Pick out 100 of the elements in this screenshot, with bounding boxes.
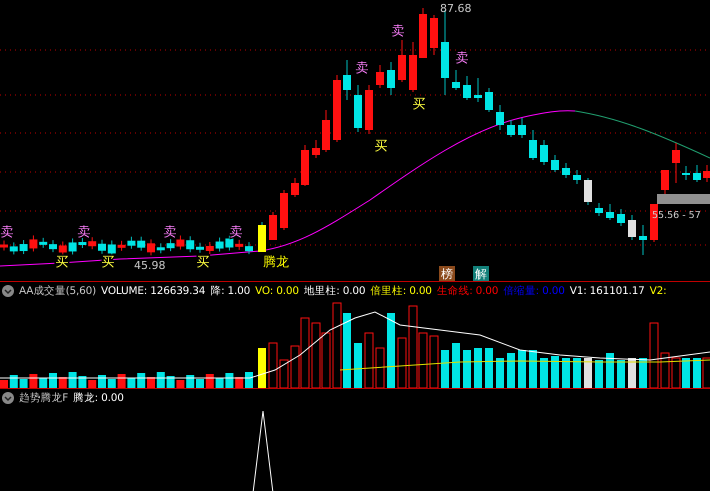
candlestick (365, 84, 373, 134)
indicator-value: VO: 0.00 (255, 285, 299, 297)
volume-bar (617, 360, 625, 388)
candlestick (551, 154, 559, 172)
volume-bar (376, 348, 384, 388)
candlestick (280, 190, 288, 230)
candlestick (29, 234, 38, 252)
signal-label: 卖 (392, 24, 404, 39)
candlestick (291, 178, 299, 198)
volume-bar (245, 372, 253, 388)
candlestick (595, 202, 603, 216)
candlestick (322, 110, 330, 152)
candlestick (693, 164, 701, 182)
volume-bar (147, 377, 155, 388)
candlestick (518, 118, 526, 138)
volume-bar (186, 375, 194, 388)
volume-bar (702, 358, 710, 388)
volume-bar (595, 360, 603, 388)
low-price-label: 45.98 (134, 259, 166, 272)
indicator-value: 降: 1.00 (210, 284, 250, 298)
candlestick (245, 242, 253, 255)
panel-title: AA成交量(5,60) (19, 284, 96, 298)
candlestick (147, 238, 155, 256)
volume-bar (606, 353, 614, 388)
candlestick (301, 144, 309, 186)
volume-bar (573, 358, 581, 388)
tag-badge: 解 (473, 266, 489, 281)
candlestick (127, 236, 136, 250)
volume-bar (58, 377, 67, 388)
candlestick (20, 240, 28, 255)
volume-bar (118, 374, 126, 388)
candlestick (672, 142, 680, 184)
volume-bar (98, 375, 106, 388)
volume-bar (10, 375, 18, 388)
volume-bar (0, 380, 8, 388)
candlestick (496, 104, 504, 130)
tag-badge: 榜 (439, 266, 455, 281)
volume-bar (672, 358, 680, 388)
indicator-value: V1: 161101.17 (570, 285, 645, 297)
candlestick (474, 78, 482, 102)
candlestick (39, 237, 48, 248)
indicator-value: 腾龙: 0.00 (73, 391, 124, 405)
candlestick (540, 140, 548, 166)
volume-bar (474, 348, 482, 388)
volume-bar (88, 380, 96, 388)
candlestick (118, 240, 126, 252)
volume-bar (354, 343, 362, 388)
volume-bar (628, 358, 636, 388)
candlestick (333, 74, 341, 142)
volume-bar (562, 358, 570, 388)
volume-bar (485, 348, 493, 388)
volume-bar (68, 372, 77, 388)
volume-bar (463, 350, 471, 388)
indicator-value: 生命线: 0.00 (436, 284, 498, 298)
volume-bar (430, 336, 438, 388)
panel-title: 趋势腾龙F (19, 391, 68, 405)
signal-label: 卖 (164, 225, 176, 240)
candlestick (156, 242, 165, 254)
candlestick (606, 204, 614, 220)
candlestick (269, 212, 277, 240)
candlestick (463, 76, 471, 100)
candlestick (452, 70, 460, 90)
volume-bar (496, 358, 504, 388)
volume-bar (529, 350, 537, 388)
collapse-icon[interactable] (2, 392, 14, 404)
candlestick (235, 239, 244, 250)
indicator-value: V2: (650, 285, 666, 297)
volume-bar (364, 332, 374, 388)
candlestick (376, 64, 384, 88)
volume-bar (322, 332, 330, 388)
signal-label: 卖 (78, 225, 90, 240)
candlestick (584, 178, 592, 206)
signal-label: 卖 (0, 225, 14, 240)
candlestick (398, 40, 406, 82)
volume-bar (551, 356, 559, 388)
signal-label: 买 (374, 139, 388, 154)
candlestick (409, 42, 417, 92)
candlestick (661, 170, 669, 196)
collapse-icon[interactable] (2, 285, 14, 297)
candlestick (430, 14, 438, 56)
volume-bar (196, 379, 204, 388)
signal-label: 卖 (230, 225, 242, 240)
candlestick (176, 235, 184, 250)
candlestick (49, 240, 57, 253)
volume-bar (49, 373, 57, 388)
volume-bar (693, 358, 701, 388)
candlestick (137, 236, 146, 252)
volume-bar (312, 322, 320, 388)
volume-bar (280, 360, 288, 388)
high-price-label: 87.68 (440, 2, 472, 15)
volume-bar (507, 353, 515, 388)
signal-label: 买 (196, 255, 210, 270)
signal-label: 卖 (356, 61, 368, 76)
volume-bar (258, 348, 266, 388)
candlestick (507, 120, 515, 138)
indicator-value: 倍缩量: 0.00 (503, 284, 565, 298)
indicator-value: 倍里柱: 0.00 (370, 284, 432, 298)
signal-label: 腾龙 (263, 255, 289, 270)
volume-bar (137, 373, 146, 388)
volume-bar (206, 374, 214, 388)
